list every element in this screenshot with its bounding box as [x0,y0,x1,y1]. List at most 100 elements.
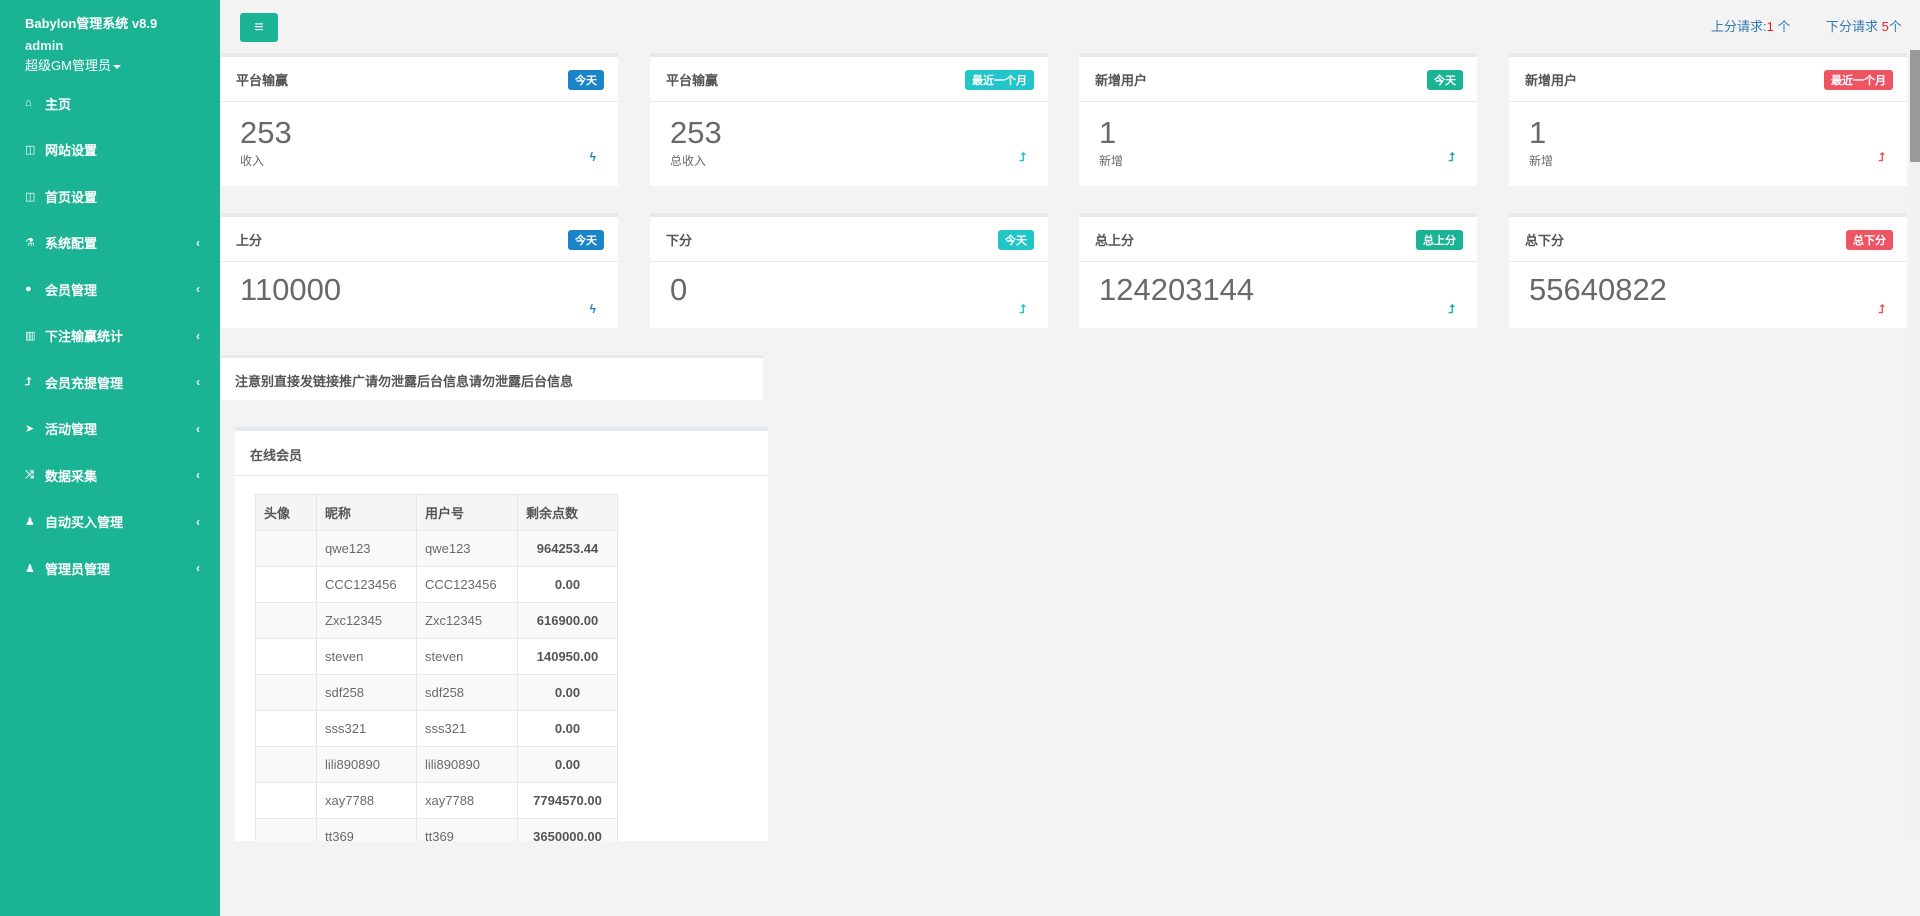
card-title: 新增用户 [1095,73,1148,88]
down-request-link[interactable]: 下分请求 5个 [1826,16,1902,35]
level-up-icon: ⮥ [25,375,32,388]
period-badge: 今天 [998,230,1034,250]
sidebar-item-label: 下注输赢统计 [45,329,124,345]
card-value: 124203144 [1099,272,1255,307]
down-request-count: 5 [1881,19,1889,34]
points-cell: 0.00 [517,674,618,711]
bolt-icon: ϟ [589,302,596,316]
up-request-unit: 个 [1773,19,1791,34]
home-icon: ⌂ [25,97,32,110]
columns-icon: ◫ [25,144,36,157]
menu-toggle-button[interactable]: ≡ [240,13,278,42]
level-up-icon: ⮥ [1018,302,1026,316]
avatar-cell [255,710,317,747]
sidebar-nav: ⌂ 主页 ◫ 网站设置 ◫ 首页设置 ⚗ 系统配置 ‹ ● 会员管理 ‹ ▥ 下注输赢统计 ‹ ⮥ 会员充提管理… [0,80,220,592]
stat-card: 平台输赢 最近一个月 253 总收入 ⮥ [650,53,1048,186]
sidebar-item[interactable]: ◫ 首页设置 [0,173,220,220]
sidebar-item-label: 管理员管理 [45,561,111,577]
panel-title: 在线会员 [235,431,768,476]
hamburger-icon: ≡ [254,18,264,36]
sidebar-item[interactable]: ⤨ 数据采集 ‹ [0,452,220,499]
card-value: 253 [670,115,722,150]
sidebar-item[interactable]: ⌂ 主页 [0,80,220,127]
avatar-cell [255,818,317,841]
sidebar-item-label: 系统配置 [45,236,98,252]
avatar-cell [255,638,317,675]
sidebar-item[interactable]: ⚗ 系统配置 ‹ [0,220,220,267]
bar-chart-icon: ▥ [25,330,36,343]
card-subtitle: 新增 [1099,154,1124,168]
stat-card: 总下分 总下分 55640822 ⮥ [1509,213,1907,328]
card-header: 新增用户 最近一个月 [1509,57,1907,102]
user-id-cell: xay7788 [416,782,518,819]
sidebar-item[interactable]: ⮥ 会员充提管理 ‹ [0,359,220,406]
card-title: 总上分 [1095,233,1135,248]
stat-card: 平台输赢 今天 253 收入 ϟ [220,53,618,186]
up-request-label: 上分请求: [1711,19,1767,34]
card-value: 1 [1099,115,1117,150]
avatar-cell [255,530,317,567]
card-header: 平台输赢 最近一个月 [650,57,1048,102]
column-header: 剩余点数 [517,494,618,531]
card-subtitle: 收入 [240,154,265,168]
points-cell: 616900.00 [517,602,618,639]
scrollbar-thumb[interactable] [1910,50,1920,162]
stat-card: 新增用户 今天 1 新增 ⮥ [1079,53,1477,186]
user-icon: ● [25,283,32,296]
table-row: lili890890 lili890890 0.00 [255,746,618,783]
scrollbar-track[interactable] [1910,50,1920,840]
table-row: sdf258 sdf258 0.00 [255,674,618,711]
sidebar-item-label: 网站设置 [45,143,98,159]
level-up-icon: ⮥ [1877,150,1885,164]
chevron-left-icon: ‹ [196,421,200,436]
male-icon: ♟ [25,562,35,575]
card-header: 上分 今天 [220,217,618,262]
period-badge: 总下分 [1846,230,1893,250]
table-row: CCC123456 CCC123456 0.00 [255,566,618,603]
role-dropdown[interactable]: 超级GM管理员 [25,55,121,74]
sidebar-item[interactable]: ♟ 管理员管理 ‹ [0,545,220,592]
chevron-left-icon: ‹ [196,375,200,390]
table-row: qwe123 qwe123 964253.44 [255,530,618,567]
nickname-cell: lili890890 [316,746,417,783]
card-title: 平台输赢 [666,73,719,88]
level-up-icon: ⮥ [1877,302,1885,316]
male-icon: ♟ [25,516,35,529]
level-up-icon: ⮥ [1447,150,1455,164]
table-row: xay7788 xay7788 7794570.00 [255,782,618,819]
topbar: ≡ 上分请求:1 个 下分请求 5个 [220,0,1920,50]
column-header: 昵称 [316,494,417,531]
chevron-left-icon: ‹ [196,514,200,529]
nickname-cell: xay7788 [316,782,417,819]
username: admin [25,38,64,53]
nickname-cell: sdf258 [316,674,417,711]
user-id-cell: lili890890 [416,746,518,783]
user-id-cell: steven [416,638,518,675]
avatar-cell [255,566,317,603]
points-cell: 0.00 [517,566,618,603]
up-request-link[interactable]: 上分请求:1 个 [1711,16,1790,35]
chevron-left-icon: ‹ [196,235,200,250]
sidebar-item[interactable]: ◫ 网站设置 [0,127,220,174]
sidebar-item[interactable]: ♟ 自动买入管理 ‹ [0,499,220,546]
sidebar-item-label: 首页设置 [45,189,98,205]
stat-card: 上分 今天 110000 ϟ [220,213,618,328]
sidebar-item-label: 主页 [45,96,72,112]
column-header: 用户号 [416,494,518,531]
sidebar-item[interactable]: ▥ 下注输赢统计 ‹ [0,313,220,360]
sidebar-item[interactable]: ● 会员管理 ‹ [0,266,220,313]
points-cell: 7794570.00 [517,782,618,819]
nickname-cell: sss321 [316,710,417,747]
chevron-left-icon: ‹ [196,468,200,483]
user-id-cell: Zxc12345 [416,602,518,639]
level-up-icon: ⮥ [1447,302,1455,316]
table-row: sss321 sss321 0.00 [255,710,618,747]
card-value: 110000 [240,272,342,307]
card-title: 新增用户 [1525,73,1578,88]
sidebar-item[interactable]: ➤ 活动管理 ‹ [0,406,220,453]
card-subtitle: 总收入 [670,154,707,168]
card-value: 0 [670,272,688,307]
table-row: tt369 tt369 3650000.00 [255,818,618,841]
sidebar-item-label: 会员管理 [45,282,98,298]
card-header: 总上分 总上分 [1079,217,1477,262]
